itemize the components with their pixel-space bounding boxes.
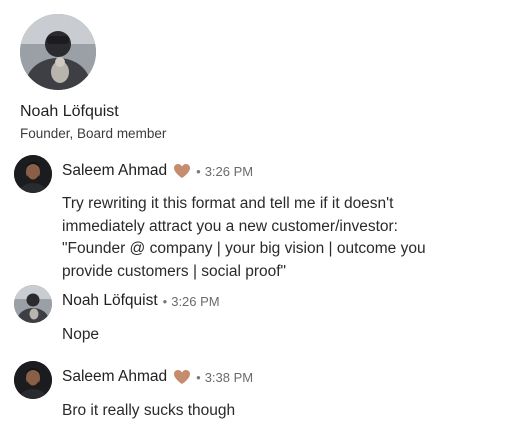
separator-dot: • xyxy=(196,369,201,385)
message-time: 3:26 PM xyxy=(204,163,254,179)
sender-avatar[interactable] xyxy=(14,285,52,323)
separator-dot: • xyxy=(162,293,168,309)
message-body: Bro it really sucks though xyxy=(62,400,235,423)
message-item: Noah Löfquist • 3:26 PM Nope xyxy=(14,285,498,345)
message-item: Saleem Ahmad • 3:38 PM Bro it really suc… xyxy=(14,361,498,421)
message-header: Noah Löfquist • 3:26 PM xyxy=(62,292,220,310)
message-line: Bro it really sucks though xyxy=(62,402,236,419)
message-line: provide customers | social proof" xyxy=(62,262,287,280)
profile-avatar[interactable] xyxy=(20,14,96,90)
message-header: Saleem Ahmad • 3:38 PM xyxy=(62,368,253,386)
sender-name[interactable]: Saleem Ahmad xyxy=(62,162,167,180)
message-item: Saleem Ahmad • 3:26 PM Try rewriting it … xyxy=(14,155,498,280)
message-line: Try rewriting it this format and tell me… xyxy=(62,195,394,212)
message-line: Nope xyxy=(62,326,100,343)
separator-dot: • xyxy=(196,163,201,179)
message-line: "Founder @ company | your big vision | o… xyxy=(62,240,426,257)
profile-name[interactable]: Noah Löfquist xyxy=(20,103,119,121)
person-photo-icon xyxy=(20,14,96,90)
profile-title: Founder, Board member xyxy=(20,126,167,141)
heart-icon xyxy=(173,163,191,179)
message-body: Try rewriting it this format and tell me… xyxy=(62,193,426,283)
sender-name[interactable]: Noah Löfquist xyxy=(62,292,158,310)
heart-icon xyxy=(173,369,191,385)
sender-avatar[interactable] xyxy=(14,155,52,193)
message-line: immediately attract you a new customer/i… xyxy=(62,217,398,235)
message-header: Saleem Ahmad • 3:26 PM xyxy=(62,162,253,180)
message-body: Nope xyxy=(62,324,99,347)
message-time: 3:26 PM xyxy=(171,293,220,309)
message-time: 3:38 PM xyxy=(204,369,254,385)
noah-avatar-icon xyxy=(14,285,52,323)
saleem-avatar-icon xyxy=(14,361,52,399)
sender-avatar[interactable] xyxy=(14,361,52,399)
saleem-avatar-icon xyxy=(14,155,52,193)
sender-name[interactable]: Saleem Ahmad xyxy=(62,368,167,386)
